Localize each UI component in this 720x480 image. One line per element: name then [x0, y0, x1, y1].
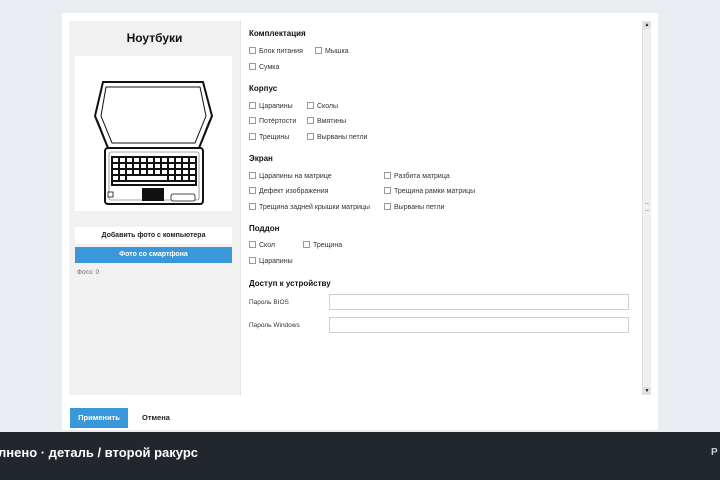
checkbox-image-defect[interactable]: Дефект изображения: [249, 187, 328, 196]
checkbox-box[interactable]: [249, 102, 256, 109]
checkbox-tray-chip[interactable]: Скол: [249, 241, 275, 250]
checkbox-case-chips[interactable]: Сколы: [307, 102, 338, 111]
checkbox-case-scuffs[interactable]: Потёртости: [249, 117, 296, 126]
checkbox-bag[interactable]: Сумка: [249, 63, 279, 72]
photo-from-smartphone-button[interactable]: Фото со смартфона: [75, 247, 232, 263]
checkbox-case-scratches[interactable]: Царапины: [249, 102, 293, 111]
checkbox-back-cover-crack[interactable]: Трещина задней крышки матрицы: [249, 203, 370, 212]
checkbox-case-dents[interactable]: Вмятины: [307, 117, 346, 126]
section-title-screen: Экран: [249, 154, 273, 163]
checkbox-box[interactable]: [249, 117, 256, 124]
laptop-photo: [75, 56, 232, 211]
inspection-form: Комплектация Блок питания Мышка Сумка Ко…: [249, 21, 639, 395]
checkbox-box[interactable]: [249, 63, 256, 70]
checkbox-box[interactable]: [307, 102, 314, 109]
checkbox-box[interactable]: [315, 47, 322, 54]
device-title: Ноутбуки: [126, 31, 183, 45]
checkbox-box[interactable]: [307, 133, 314, 140]
checkbox-box[interactable]: [249, 133, 256, 140]
checkbox-box[interactable]: [384, 172, 391, 179]
windows-password-label: Пароль Windows: [249, 322, 300, 329]
checkbox-case-torn-hinges[interactable]: Вырваны петли: [307, 133, 367, 142]
bottom-bar: лнено · деталь / второй ракурс Р: [0, 432, 720, 480]
section-title-kit: Комплектация: [249, 29, 306, 38]
photo-count: Фото: 0: [77, 269, 100, 276]
checkbox-box[interactable]: [249, 257, 256, 264]
dialog-content: Ноутбуки Добавить фото с компьютера Фото…: [69, 21, 651, 395]
bios-password-input[interactable]: [329, 294, 629, 310]
left-panel: Ноутбуки Добавить фото с компьютера Фото…: [69, 21, 241, 395]
bios-password-label: Пароль BIOS: [249, 299, 289, 306]
apply-button[interactable]: Применить: [70, 408, 128, 428]
section-title-tray: Поддон: [249, 224, 280, 233]
checkbox-matrix-frame-crack[interactable]: Трещина рамки матрицы: [384, 187, 475, 196]
checkbox-box[interactable]: [249, 187, 256, 194]
checkbox-box[interactable]: [303, 241, 310, 248]
checkbox-matrix-scratches[interactable]: Царапины на матрице: [249, 172, 332, 181]
section-title-access: Доступ к устройству: [249, 279, 331, 288]
scroll-down-icon[interactable]: ▼: [643, 387, 651, 395]
checkbox-box[interactable]: [307, 117, 314, 124]
bottom-caption: лнено · деталь / второй ракурс: [0, 445, 199, 460]
checkbox-tray-crack[interactable]: Трещина: [303, 241, 342, 250]
checkbox-tray-scratches[interactable]: Царапины: [249, 257, 293, 266]
bottom-corner-label: Р: [711, 447, 718, 458]
device-dialog: Ноутбуки Добавить фото с компьютера Фото…: [62, 13, 658, 430]
add-photo-from-computer-button[interactable]: Добавить фото с компьютера: [75, 227, 232, 244]
checkbox-box[interactable]: [249, 172, 256, 179]
checkbox-box[interactable]: [249, 203, 256, 210]
checkbox-mouse[interactable]: Мышка: [315, 47, 349, 56]
checkbox-box[interactable]: [249, 47, 256, 54]
checkbox-box[interactable]: [384, 187, 391, 194]
laptop-icon: [93, 81, 214, 205]
checkbox-screen-torn-hinges[interactable]: Вырваны петли: [384, 203, 444, 212]
form-scrollbar[interactable]: ▲ ▼: [642, 21, 651, 395]
scroll-up-icon[interactable]: ▲: [643, 21, 651, 29]
checkbox-power-supply[interactable]: Блок питания: [249, 47, 303, 56]
checkbox-matrix-broken[interactable]: Разбита матрица: [384, 172, 450, 181]
checkbox-case-cracks[interactable]: Трещины: [249, 133, 289, 142]
scroll-grip-icon: [645, 203, 649, 211]
checkbox-box[interactable]: [384, 203, 391, 210]
section-title-case: Корпус: [249, 84, 278, 93]
cancel-button[interactable]: Отмена: [142, 408, 170, 428]
windows-password-input[interactable]: [329, 317, 629, 333]
checkbox-box[interactable]: [249, 241, 256, 248]
